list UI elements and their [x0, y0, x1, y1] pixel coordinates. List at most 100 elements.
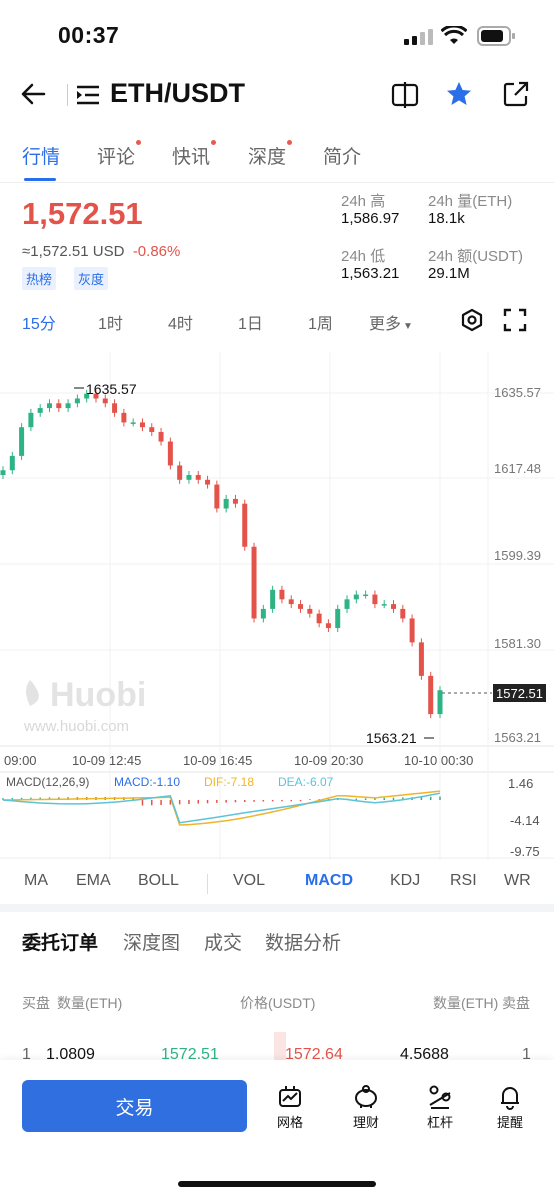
time-label: 10-09 12:45: [72, 753, 141, 768]
header-sell: 卖盘: [502, 995, 530, 1011]
candle: [418, 642, 424, 676]
candle: [344, 599, 350, 609]
indicator-boll[interactable]: BOLL: [138, 872, 179, 890]
notification-dot: [211, 140, 217, 145]
battery-icon: [477, 26, 515, 46]
high-value: 1,586.97: [341, 210, 400, 227]
signal-icon: [404, 29, 433, 45]
back-arrow-icon[interactable]: [20, 82, 46, 106]
indicator-wr[interactable]: WR: [504, 872, 531, 890]
favorite-star-icon[interactable]: [445, 80, 473, 108]
indicator-kdj[interactable]: KDJ: [390, 872, 420, 890]
candle: [186, 475, 192, 480]
candle: [177, 465, 183, 480]
tab-comments[interactable]: 评论: [97, 140, 142, 169]
dif-value: DIF:-7.18: [204, 775, 254, 789]
chart-settings-icon[interactable]: [460, 308, 484, 332]
header-buy: 买盘: [22, 995, 50, 1011]
candle: [130, 422, 136, 424]
tab-trades[interactable]: 成交: [204, 928, 242, 955]
macd-tick: 1.46: [508, 776, 533, 791]
change-percent: -0.86%: [132, 243, 181, 260]
tab-depth-chart[interactable]: 深度图: [123, 928, 180, 955]
usd-value: ≈1,572.51 USD: [22, 243, 125, 260]
watermark: Huobi www.huobi.com: [23, 676, 146, 735]
indicator-rsi[interactable]: RSI: [450, 872, 477, 890]
share-icon[interactable]: [503, 81, 529, 107]
amount-value: 29.1M: [428, 265, 470, 282]
low-label: 24h 低: [341, 248, 386, 265]
indicator-bar: MA EMA BOLL VOL MACD KDJ RSI WR: [0, 866, 554, 900]
macd-tick: -9.75: [510, 844, 540, 859]
leverage-button[interactable]: 杠杆: [410, 1084, 470, 1131]
header-sell-qty: 数量(ETH): [433, 995, 499, 1011]
header-buy-qty: 数量(ETH): [57, 995, 123, 1011]
interval-4h[interactable]: 4时: [168, 310, 193, 334]
time-label: 10-10 00:30: [404, 753, 473, 768]
candle: [372, 594, 378, 605]
interval-15m[interactable]: 15分: [22, 310, 56, 334]
wifi-icon: [441, 26, 467, 44]
tag-grayscale[interactable]: 灰度: [74, 267, 109, 290]
tab-depth[interactable]: 深度: [248, 140, 293, 169]
candle: [428, 675, 434, 715]
candle: [139, 422, 145, 428]
grid-bot-icon: [279, 1086, 301, 1107]
interval-1d[interactable]: 1日: [238, 310, 263, 334]
candle: [270, 589, 276, 609]
price-chart[interactable]: Huobi www.huobi.com 1635.57 1617.48 1599…: [0, 340, 554, 860]
tab-market[interactable]: 行情: [22, 142, 60, 169]
bell-icon: [501, 1087, 519, 1110]
candle: [400, 608, 406, 619]
interval-more[interactable]: 更多 ▼: [369, 310, 413, 334]
indicator-macd[interactable]: MACD: [305, 872, 353, 890]
candle: [288, 599, 294, 605]
candle: [37, 408, 43, 413]
alert-button[interactable]: 提醒: [480, 1084, 540, 1131]
pair-title[interactable]: ETH/USDT: [110, 78, 245, 109]
min-price-label: 1563.21: [366, 730, 417, 746]
candle: [121, 412, 127, 423]
candle: [307, 608, 313, 614]
tag-hot[interactable]: 热榜: [22, 267, 57, 290]
price-usd: ≈1,572.51 USD -0.86%: [22, 243, 180, 260]
fullscreen-icon[interactable]: [503, 308, 527, 332]
compare-icon[interactable]: [391, 82, 419, 108]
divider: [67, 84, 68, 106]
time-label: 10-09 20:30: [294, 753, 363, 768]
tab-data-analysis[interactable]: 数据分析: [265, 928, 341, 955]
last-price: 1,572.51: [22, 196, 143, 231]
macd-tick: -4.14: [510, 813, 540, 828]
tab-news[interactable]: 快讯: [172, 140, 217, 169]
grid-bot-button[interactable]: 网格: [260, 1084, 320, 1131]
time-label: 09:00: [4, 753, 37, 768]
price-tick: 1599.39: [494, 548, 541, 563]
candle: [65, 403, 71, 409]
price-tick: 1563.21: [494, 730, 541, 745]
indicator-ema[interactable]: EMA: [76, 872, 111, 890]
grid-bot-label: 网格: [276, 1115, 303, 1130]
amount-label: 24h 额(USDT): [428, 248, 524, 265]
leverage-label: 杠杆: [426, 1115, 453, 1130]
status-time: 00:37: [58, 22, 120, 48]
wealth-button[interactable]: 理财: [336, 1084, 396, 1131]
divider: [207, 874, 208, 894]
candle: [195, 475, 201, 480]
candle: [409, 618, 415, 643]
candle: [0, 470, 6, 476]
indicator-vol[interactable]: VOL: [233, 872, 265, 890]
interval-1h[interactable]: 1时: [98, 310, 123, 334]
low-value: 1,563.21: [341, 265, 400, 282]
candle: [112, 403, 118, 413]
interval-1w[interactable]: 1周: [308, 310, 333, 334]
candle: [363, 594, 369, 597]
candle: [437, 690, 443, 715]
dif-line: [2, 790, 441, 826]
trade-button[interactable]: 交易: [22, 1080, 247, 1132]
caret-down-icon: ▼: [403, 321, 413, 332]
watermark-url: www.huobi.com: [23, 718, 129, 735]
pair-menu-icon[interactable]: [76, 84, 100, 106]
tab-orders[interactable]: 委托订单: [22, 928, 98, 955]
indicator-ma[interactable]: MA: [24, 872, 48, 890]
tab-intro[interactable]: 简介: [323, 142, 361, 169]
